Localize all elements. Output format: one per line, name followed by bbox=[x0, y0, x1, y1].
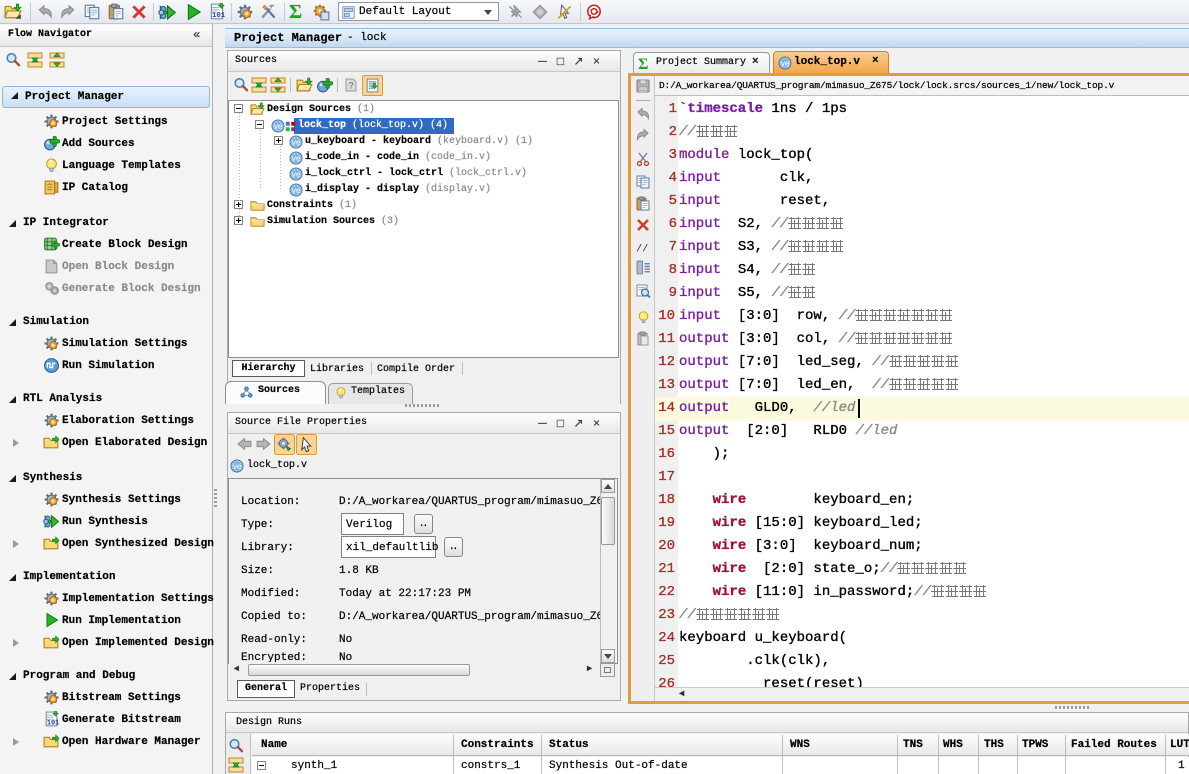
svg-text:Σ: Σ bbox=[638, 56, 648, 72]
